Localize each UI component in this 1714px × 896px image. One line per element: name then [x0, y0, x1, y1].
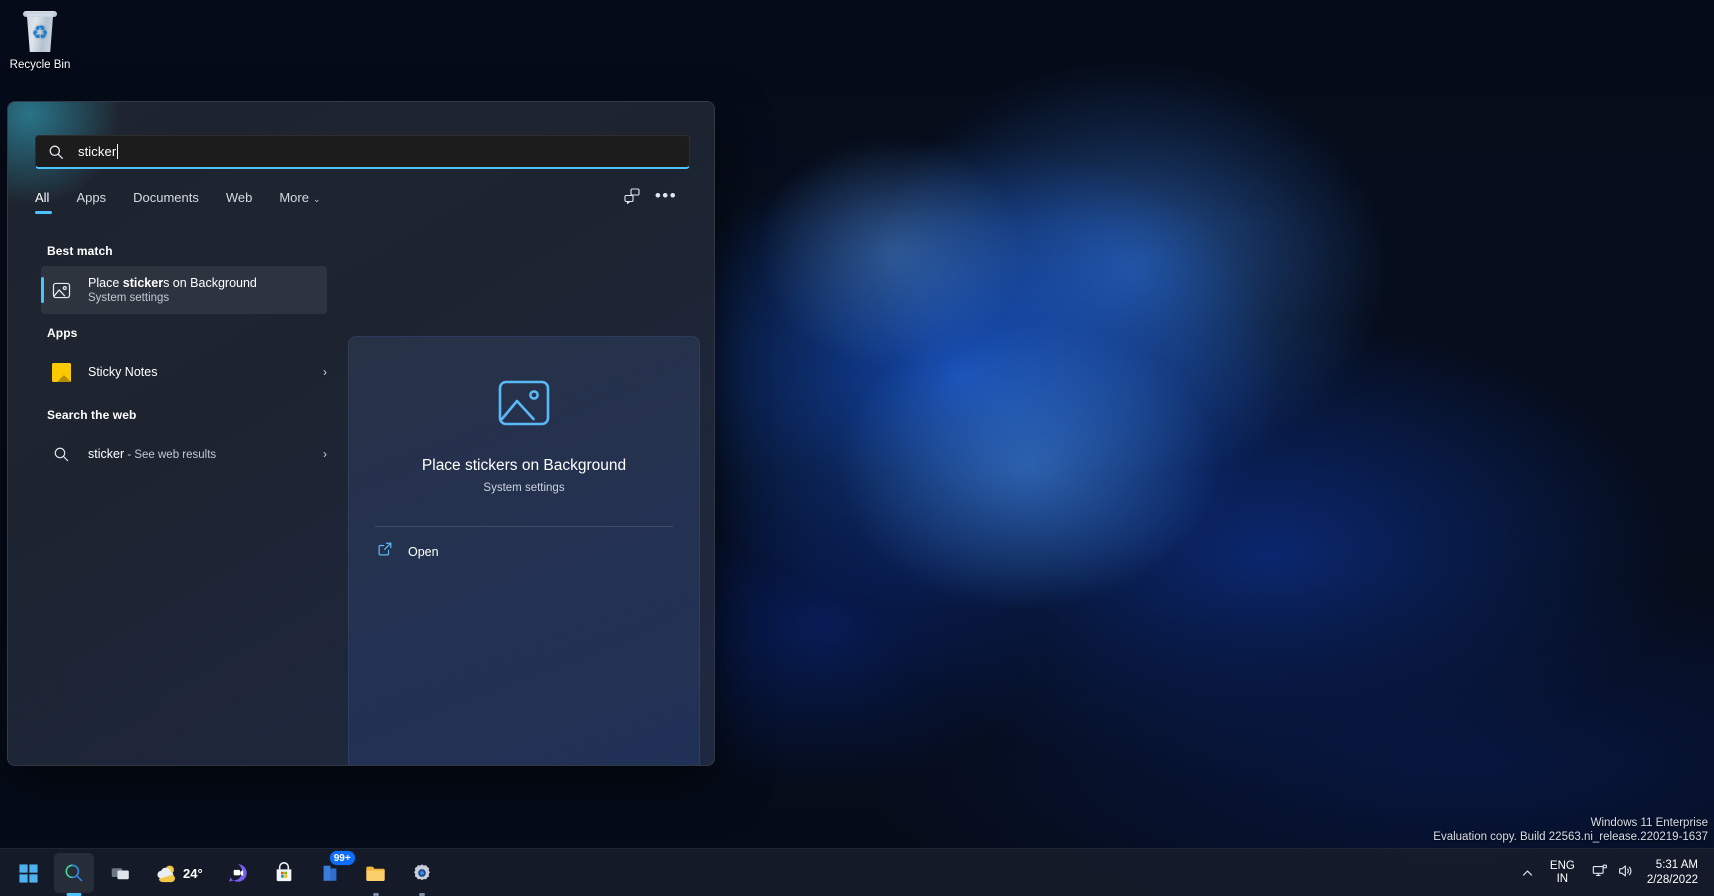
- result-item-place-stickers-on-background[interactable]: Place stickers on Background System sett…: [41, 266, 327, 314]
- result-title: Sticky Notes: [88, 365, 158, 379]
- tab-more-label: More: [279, 190, 309, 205]
- result-title: Place stickers on Background: [88, 275, 327, 291]
- tab-web-label: Web: [225, 190, 253, 205]
- tab-apps[interactable]: Apps: [76, 190, 106, 214]
- weather-temperature: 24°: [183, 865, 203, 881]
- recycle-bin-icon: ♻: [20, 10, 60, 54]
- file-explorer-button[interactable]: [356, 853, 396, 893]
- image-settings-icon: [495, 375, 553, 433]
- selection-indicator: [41, 277, 44, 303]
- preview-title: Place stickers on Background: [421, 457, 627, 474]
- text-caret: [117, 144, 119, 159]
- search-preview-pane: Place stickers on Background System sett…: [348, 336, 700, 765]
- result-subtitle: System settings: [88, 291, 170, 304]
- result-text: sticker - See web results: [88, 447, 315, 461]
- chevron-right-icon[interactable]: ›: [323, 447, 327, 461]
- tab-all-label: All: [35, 190, 50, 205]
- taskbar-buttons: 24° 99+: [8, 849, 442, 896]
- search-actions: •••: [622, 186, 676, 206]
- chevron-down-icon: ⌄: [312, 194, 321, 204]
- result-title-post: s on Background: [163, 275, 257, 290]
- sticky-notes-icon: [48, 359, 74, 385]
- result-query-text: sticker: [88, 447, 125, 461]
- show-hidden-icons-icon[interactable]: [1514, 853, 1541, 893]
- tray-quick-settings[interactable]: [1584, 863, 1641, 884]
- search-flyout: sticker All Apps Documents Web More ⌄ •••…: [7, 101, 715, 766]
- recycle-bin-label: Recycle Bin: [9, 59, 71, 71]
- network-icon: [1592, 863, 1608, 884]
- search-input-value: sticker: [78, 144, 117, 159]
- clock-date: 2/28/2022: [1646, 874, 1698, 886]
- search-results-list: Best match Place stickers on Background …: [8, 232, 348, 765]
- open-external-icon: [377, 541, 393, 562]
- teams-button[interactable]: 99+: [310, 850, 356, 893]
- chevron-right-icon[interactable]: ›: [323, 365, 327, 379]
- clock-time: 5:31 AM: [1655, 859, 1698, 871]
- section-heading-apps: Apps: [47, 326, 78, 340]
- web-search-icon: [48, 441, 74, 467]
- system-tray: ENG IN 5:31 AM 2/28/2022: [1514, 849, 1708, 896]
- section-heading-best-match: Best match: [47, 244, 113, 258]
- tab-all[interactable]: All: [35, 190, 53, 214]
- tab-documents[interactable]: Documents: [133, 190, 199, 214]
- tab-web[interactable]: Web: [226, 190, 253, 214]
- search-button[interactable]: [54, 853, 94, 893]
- microsoft-store-button[interactable]: [264, 853, 304, 893]
- result-title-pre: Place: [88, 275, 123, 290]
- result-web-suffix: - See web results: [124, 449, 217, 461]
- language-line1: ENG: [1549, 860, 1575, 872]
- tab-apps-label: Apps: [76, 190, 107, 205]
- search-icon: [48, 144, 64, 160]
- preview-open-button[interactable]: Open: [349, 527, 699, 562]
- settings-button[interactable]: [402, 853, 442, 893]
- result-text: Sticky Notes: [88, 365, 315, 379]
- language-line2: IN: [1556, 873, 1569, 885]
- language-indicator[interactable]: ENG IN: [1541, 853, 1584, 893]
- feedback-icon[interactable]: [622, 186, 642, 206]
- result-title: sticker - See web results: [88, 447, 315, 461]
- chat-button[interactable]: [218, 853, 258, 893]
- search-filter-tabs: All Apps Documents Web More ⌄ •••: [35, 187, 690, 222]
- widgets-weather-button[interactable]: 24°: [146, 853, 212, 893]
- tab-documents-label: Documents: [133, 190, 199, 205]
- start-button[interactable]: [8, 853, 48, 893]
- desktop-icon-recycle-bin[interactable]: ♻ Recycle Bin: [4, 6, 76, 72]
- result-title-highlight: sticker: [122, 275, 164, 290]
- result-text: Place stickers on Background System sett…: [88, 275, 327, 306]
- watermark-build: Evaluation copy. Build 22563.ni_release.…: [1433, 831, 1708, 843]
- task-view-button[interactable]: [100, 853, 140, 893]
- more-options-icon[interactable]: •••: [655, 186, 676, 206]
- preview-open-label: Open: [408, 544, 439, 559]
- clock[interactable]: 5:31 AM 2/28/2022: [1641, 853, 1708, 893]
- windows-watermark: Windows 11 Enterprise Evaluation copy. B…: [1433, 816, 1708, 844]
- result-item-web-search-sticker[interactable]: sticker - See web results ›: [41, 430, 327, 478]
- watermark-edition: Windows 11 Enterprise: [1590, 817, 1708, 829]
- volume-icon: [1617, 863, 1633, 884]
- preview-subtitle: System settings: [483, 482, 565, 494]
- image-settings-icon: [48, 277, 74, 303]
- result-item-sticky-notes[interactable]: Sticky Notes ›: [41, 348, 327, 396]
- tab-more[interactable]: More ⌄: [279, 190, 320, 214]
- search-input-value-wrap: sticker: [78, 144, 119, 159]
- taskbar: 24° 99+ ENG IN 5:31 AM 2/28/2022: [0, 848, 1714, 896]
- teams-badge: 99+: [328, 850, 356, 866]
- section-heading-search-the-web: Search the web: [47, 408, 137, 422]
- search-input[interactable]: sticker: [35, 135, 690, 169]
